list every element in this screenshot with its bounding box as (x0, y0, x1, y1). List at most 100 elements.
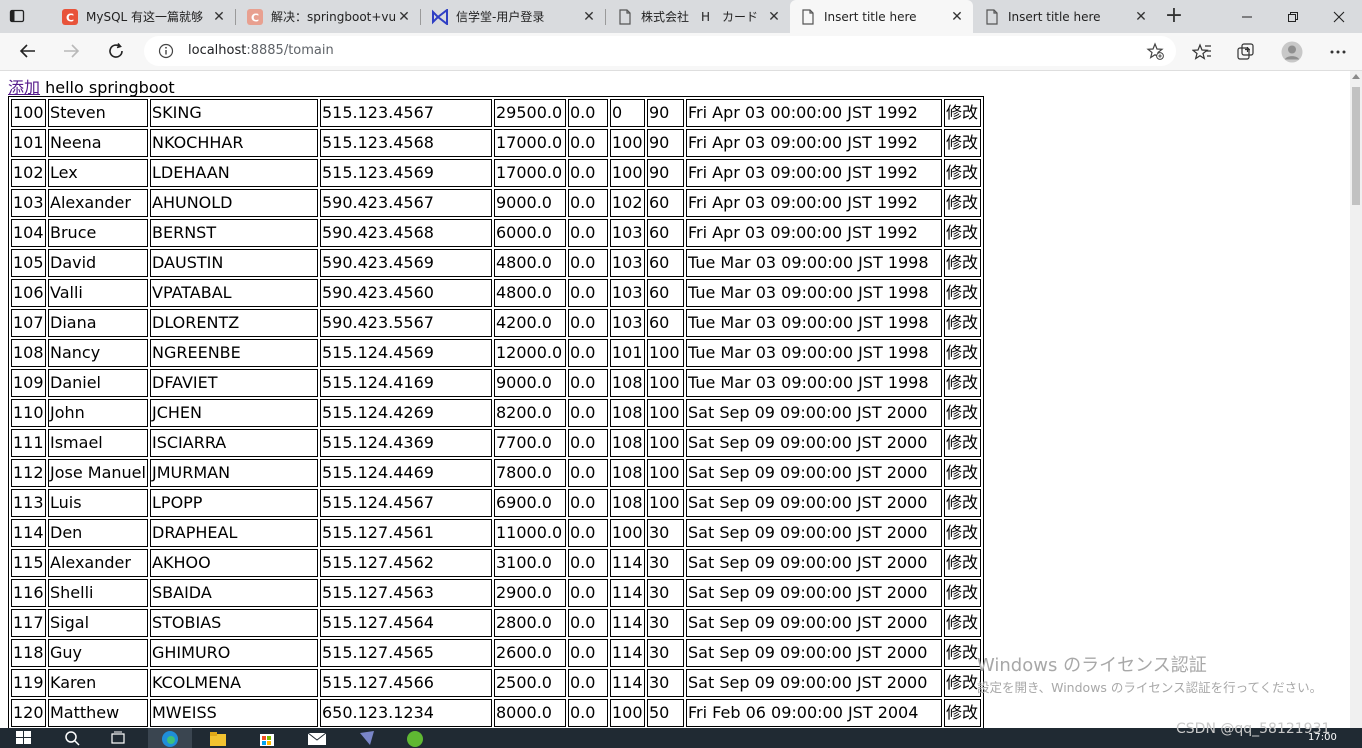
browser-tab[interactable]: Insert title here ✕ (790, 0, 973, 33)
url-text[interactable]: localhost:8885/tomain (188, 43, 334, 58)
edit-link[interactable]: 修改 (944, 489, 981, 517)
table-cell: 30 (647, 669, 684, 697)
edge-browser-icon[interactable] (160, 730, 180, 747)
table-cell: 0.0 (568, 339, 608, 367)
tab-actions-icon[interactable] (8, 7, 26, 25)
edit-link[interactable]: 修改 (944, 249, 981, 277)
table-cell: KCOLMENA (150, 669, 318, 697)
edit-link[interactable]: 修改 (944, 129, 981, 157)
table-row: 100 Steven SKING 515.123.4567 29500.0 0.0 0 90 F… (11, 99, 981, 127)
table-cell: 108 (610, 459, 645, 487)
scroll-thumb[interactable] (1352, 87, 1360, 205)
table-cell: Neena (48, 129, 148, 157)
edit-link[interactable]: 修改 (944, 309, 981, 337)
table-row: 102 Lex LDEHAAN 515.123.4569 17000.0 0.0 100 90… (11, 159, 981, 187)
mail-icon[interactable] (307, 730, 327, 746)
profile-avatar-icon[interactable] (1281, 41, 1303, 63)
edit-link[interactable]: 修改 (944, 609, 981, 637)
table-cell: Fri Apr 03 09:00:00 JST 1992 (686, 159, 942, 187)
windows-start-icon[interactable] (14, 730, 34, 746)
address-bar[interactable]: localhost:8885/tomain (144, 36, 1176, 66)
refresh-button[interactable] (103, 39, 129, 63)
table-cell: JMURMAN (150, 459, 318, 487)
edit-link[interactable]: 修改 (944, 339, 981, 367)
edit-link[interactable]: 修改 (944, 279, 981, 307)
table-cell: 515.127.4564 (320, 609, 492, 637)
table-row: 117 Sigal STOBIAS 515.127.4564 2800.0 0.0 114 3… (11, 609, 981, 637)
edit-link[interactable]: 修改 (944, 669, 981, 697)
file-explorer-icon[interactable] (208, 730, 228, 746)
close-tab-icon[interactable]: ✕ (396, 9, 412, 25)
store-icon[interactable] (257, 730, 277, 746)
tab-title: Insert title here (1008, 9, 1101, 24)
edit-link[interactable]: 修改 (944, 699, 981, 727)
edit-link[interactable]: 修改 (944, 99, 981, 127)
table-cell: DFAVIET (150, 369, 318, 397)
browser-tab[interactable]: Insert title here ✕ (974, 0, 1157, 33)
edit-link[interactable]: 修改 (944, 579, 981, 607)
table-row: 112 Jose Manuel JMURMAN 515.124.4469 7800.0 0… (11, 459, 981, 487)
edit-link[interactable]: 修改 (944, 159, 981, 187)
eclipse-app-icon[interactable] (357, 730, 377, 746)
edit-link[interactable]: 修改 (944, 429, 981, 457)
browser-tab[interactable]: 信学堂-用户登录 ✕ (422, 0, 605, 33)
table-cell: 100 (610, 129, 645, 157)
table-cell: 113 (11, 489, 46, 517)
edit-link[interactable]: 修改 (944, 549, 981, 577)
collections-icon[interactable] (1235, 41, 1257, 63)
minimize-button[interactable] (1224, 0, 1270, 33)
new-tab-button[interactable]: + (1162, 4, 1186, 28)
table-cell: AHUNOLD (150, 189, 318, 217)
back-button[interactable] (15, 39, 41, 63)
table-cell: Nancy (48, 339, 148, 367)
restore-button[interactable] (1270, 0, 1316, 33)
table-cell: 117 (11, 609, 46, 637)
table-cell: Alexander (48, 549, 148, 577)
browser-tab[interactable]: 株式会社 H カード ✕ (607, 0, 790, 33)
close-tab-icon[interactable]: ✕ (949, 9, 965, 25)
browser-tab[interactable]: C MySQL 有这一篇就够 ✕ (52, 0, 235, 33)
spring-tool-icon[interactable] (405, 730, 425, 747)
site-info-icon[interactable] (158, 43, 174, 63)
table-cell: 60 (647, 279, 684, 307)
browser-tab[interactable]: C 解决：springboot+vue ✕ (237, 0, 420, 33)
more-menu-icon[interactable] (1327, 41, 1349, 63)
table-cell: Steven (48, 99, 148, 127)
table-cell: 2600.0 (494, 639, 566, 667)
task-view-icon[interactable] (108, 730, 128, 746)
table-cell: 0 (610, 99, 645, 127)
scroll-up-arrow-icon[interactable] (1352, 74, 1360, 79)
table-cell: 0.0 (568, 189, 608, 217)
add-favorite-icon[interactable] (1146, 42, 1164, 64)
add-link[interactable]: 添加 (8, 78, 40, 97)
close-window-button[interactable] (1316, 0, 1362, 33)
close-tab-icon[interactable]: ✕ (1133, 9, 1149, 25)
close-tab-icon[interactable]: ✕ (211, 9, 227, 25)
table-cell: Guy (48, 639, 148, 667)
edit-link[interactable]: 修改 (944, 399, 981, 427)
table-cell: GHIMURO (150, 639, 318, 667)
edit-link[interactable]: 修改 (944, 219, 981, 247)
edit-link[interactable]: 修改 (944, 639, 981, 667)
table-cell: LDEHAAN (150, 159, 318, 187)
edit-link[interactable]: 修改 (944, 189, 981, 217)
edit-link[interactable]: 修改 (944, 459, 981, 487)
table-cell: 4800.0 (494, 279, 566, 307)
favorites-icon[interactable] (1191, 41, 1213, 63)
close-tab-icon[interactable]: ✕ (766, 9, 782, 25)
forward-button[interactable] (58, 39, 84, 63)
table-cell: 7700.0 (494, 429, 566, 457)
edit-link[interactable]: 修改 (944, 519, 981, 547)
page-scrollbar[interactable] (1350, 71, 1362, 728)
table-cell: DAUSTIN (150, 249, 318, 277)
document-icon (800, 8, 816, 25)
search-icon[interactable] (62, 730, 82, 746)
edit-link[interactable]: 修改 (944, 369, 981, 397)
table-cell: Sat Sep 09 09:00:00 JST 2000 (686, 609, 942, 637)
table-cell: Daniel (48, 369, 148, 397)
table-cell: 8200.0 (494, 399, 566, 427)
table-cell: 515.127.4563 (320, 579, 492, 607)
table-row: 120 Matthew MWEISS 650.123.1234 8000.0 0.0 100… (11, 699, 981, 727)
table-cell: 2800.0 (494, 609, 566, 637)
close-tab-icon[interactable]: ✕ (581, 9, 597, 25)
